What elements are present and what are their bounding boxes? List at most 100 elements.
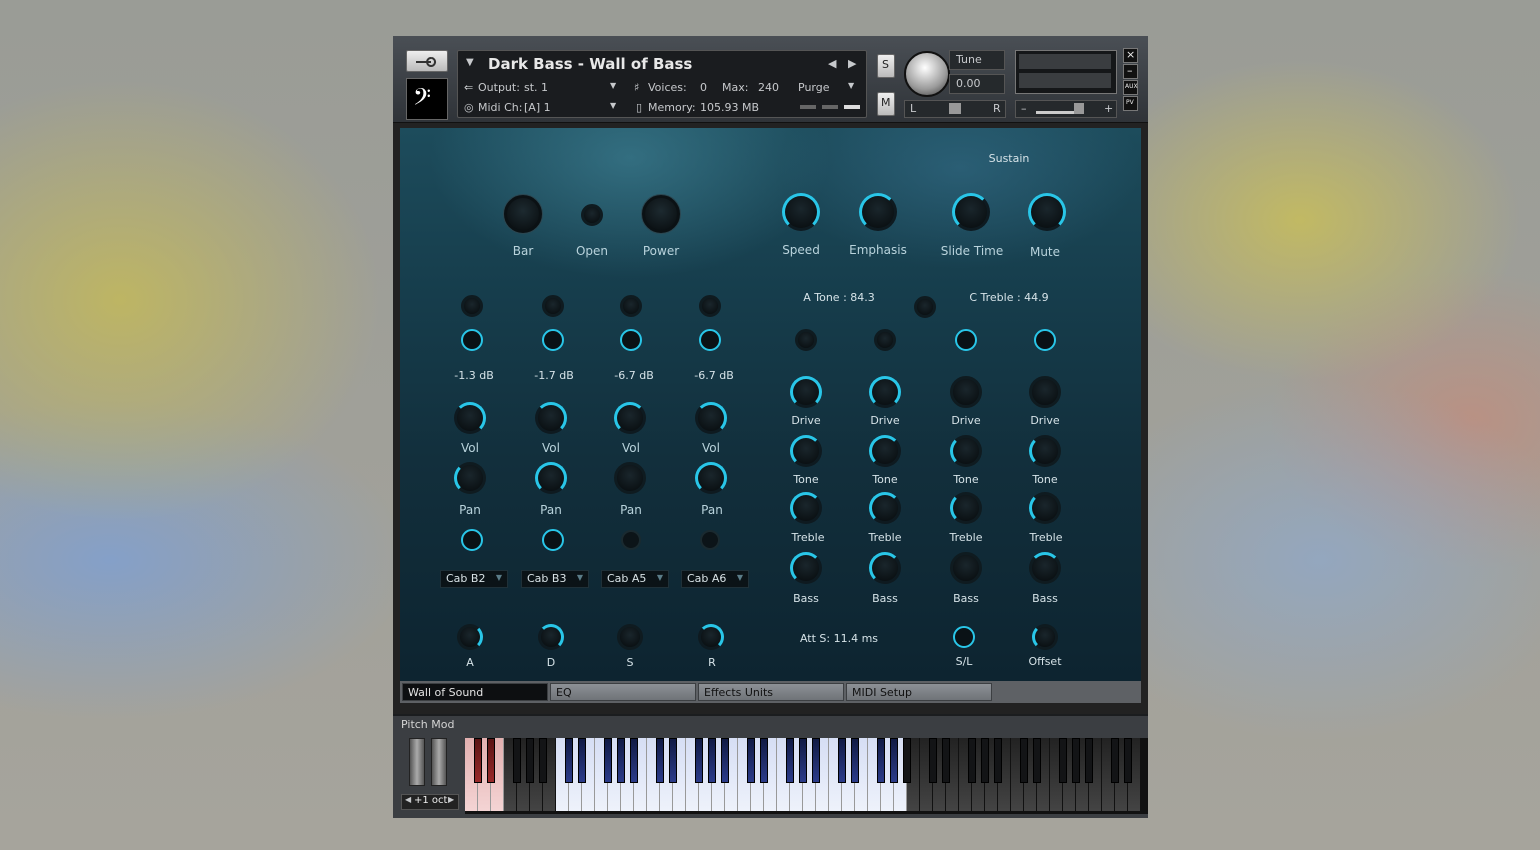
channel-pan-knob[interactable] bbox=[454, 462, 486, 494]
treble-knob[interactable] bbox=[950, 492, 982, 524]
channel-pan-knob[interactable] bbox=[614, 462, 646, 494]
bass-knob[interactable] bbox=[950, 552, 982, 584]
channel-pan-knob[interactable] bbox=[535, 462, 567, 494]
minimize-icon[interactable]: – bbox=[1123, 64, 1138, 79]
cab-select[interactable]: Cab A5 ▼ bbox=[601, 570, 669, 588]
black-key[interactable] bbox=[617, 738, 625, 783]
max-voices-value[interactable]: 240 bbox=[758, 81, 779, 94]
channel-mute-button[interactable] bbox=[620, 295, 642, 317]
black-key[interactable] bbox=[487, 738, 495, 783]
bass-knob[interactable] bbox=[1029, 552, 1061, 584]
link-button[interactable] bbox=[914, 296, 936, 318]
instrument-name[interactable]: Dark Bass - Wall of Bass bbox=[488, 55, 692, 73]
cab-select[interactable]: Cab A6 ▼ bbox=[681, 570, 749, 588]
black-key[interactable] bbox=[786, 738, 794, 783]
speed-knob[interactable] bbox=[782, 193, 820, 231]
close-icon[interactable]: × bbox=[1123, 48, 1138, 63]
midi-channel-value[interactable]: [A] 1 bbox=[524, 101, 551, 114]
tune-value-box[interactable]: 0.00 bbox=[949, 74, 1005, 94]
channel-enable-button[interactable] bbox=[461, 329, 483, 351]
channel-enable-button[interactable] bbox=[542, 329, 564, 351]
decay-knob[interactable] bbox=[538, 624, 564, 650]
black-key[interactable] bbox=[838, 738, 846, 783]
drive-knob[interactable] bbox=[869, 376, 901, 408]
black-key[interactable] bbox=[708, 738, 716, 783]
treble-knob[interactable] bbox=[790, 492, 822, 524]
black-key[interactable] bbox=[877, 738, 885, 783]
pv-button[interactable]: PV bbox=[1123, 96, 1138, 111]
black-key[interactable] bbox=[942, 738, 950, 783]
black-key[interactable] bbox=[812, 738, 820, 783]
output-value[interactable]: st. 1 bbox=[524, 81, 548, 94]
pan-slider-handle[interactable] bbox=[949, 103, 961, 114]
cab-select[interactable]: Cab B2 ▼ bbox=[440, 570, 508, 588]
release-knob[interactable] bbox=[698, 624, 724, 650]
black-key[interactable] bbox=[721, 738, 729, 783]
black-key[interactable] bbox=[747, 738, 755, 783]
channel-vol-knob[interactable] bbox=[535, 402, 567, 434]
mute-button[interactable]: M bbox=[877, 92, 895, 116]
black-key[interactable] bbox=[513, 738, 521, 783]
black-key[interactable] bbox=[1085, 738, 1093, 783]
tune-knob[interactable] bbox=[904, 51, 950, 97]
black-key[interactable] bbox=[604, 738, 612, 783]
black-key[interactable] bbox=[799, 738, 807, 783]
channel-vol-knob[interactable] bbox=[614, 402, 646, 434]
channel-mute-button[interactable] bbox=[699, 295, 721, 317]
aux-button[interactable]: AUX bbox=[1123, 80, 1138, 95]
amp-enable-button[interactable] bbox=[874, 329, 896, 351]
tone-knob[interactable] bbox=[790, 435, 822, 467]
channel-mute-button[interactable] bbox=[461, 295, 483, 317]
tone-knob[interactable] bbox=[1029, 435, 1061, 467]
volume-slider-handle[interactable] bbox=[1074, 103, 1084, 114]
wrench-icon[interactable] bbox=[406, 50, 448, 72]
channel-vol-knob[interactable] bbox=[695, 402, 727, 434]
octave-shift[interactable]: ◀ +1 oct ▶ bbox=[401, 794, 459, 810]
octave-up-icon[interactable]: ▶ bbox=[448, 795, 454, 804]
open-button[interactable] bbox=[581, 204, 603, 226]
black-key[interactable] bbox=[526, 738, 534, 783]
slide-time-knob[interactable] bbox=[952, 193, 990, 231]
offset-knob[interactable] bbox=[1032, 624, 1058, 650]
sustain-knob[interactable] bbox=[617, 624, 643, 650]
black-key[interactable] bbox=[565, 738, 573, 783]
bass-knob[interactable] bbox=[790, 552, 822, 584]
black-key[interactable] bbox=[760, 738, 768, 783]
black-key[interactable] bbox=[994, 738, 1002, 783]
power-knob[interactable] bbox=[642, 195, 680, 233]
pitch-bend-wheel[interactable] bbox=[409, 738, 425, 786]
channel-vol-knob[interactable] bbox=[454, 402, 486, 434]
channel-mute-button[interactable] bbox=[542, 295, 564, 317]
amp-enable-button[interactable] bbox=[955, 329, 977, 351]
mod-wheel[interactable] bbox=[431, 738, 447, 786]
octave-down-icon[interactable]: ◀ bbox=[405, 795, 411, 804]
black-key[interactable] bbox=[669, 738, 677, 783]
bass-knob[interactable] bbox=[869, 552, 901, 584]
output-dropdown-icon[interactable]: ▼ bbox=[610, 81, 616, 90]
cab-enable-button[interactable] bbox=[700, 530, 720, 550]
black-key[interactable] bbox=[695, 738, 703, 783]
black-key[interactable] bbox=[903, 738, 911, 783]
tone-knob[interactable] bbox=[950, 435, 982, 467]
drive-knob[interactable] bbox=[790, 376, 822, 408]
black-key[interactable] bbox=[981, 738, 989, 783]
cab-enable-button[interactable] bbox=[621, 530, 641, 550]
black-key[interactable] bbox=[968, 738, 976, 783]
channel-pan-knob[interactable] bbox=[695, 462, 727, 494]
black-key[interactable] bbox=[656, 738, 664, 783]
cab-select[interactable]: Cab B3 ▼ bbox=[521, 570, 589, 588]
black-key[interactable] bbox=[1020, 738, 1028, 783]
drive-knob[interactable] bbox=[950, 376, 982, 408]
black-key[interactable] bbox=[578, 738, 586, 783]
purge-button[interactable]: Purge bbox=[798, 81, 830, 94]
next-instrument-icon[interactable]: ▶ bbox=[848, 57, 856, 70]
piano-keyboard[interactable] bbox=[465, 738, 1148, 814]
black-key[interactable] bbox=[539, 738, 547, 783]
tone-knob[interactable] bbox=[869, 435, 901, 467]
black-key[interactable] bbox=[1033, 738, 1041, 783]
black-key[interactable] bbox=[851, 738, 859, 783]
pan-slider[interactable]: L R bbox=[904, 100, 1006, 118]
prev-instrument-icon[interactable]: ◀ bbox=[828, 57, 836, 70]
black-key[interactable] bbox=[474, 738, 482, 783]
midi-dropdown-icon[interactable]: ▼ bbox=[610, 101, 616, 110]
